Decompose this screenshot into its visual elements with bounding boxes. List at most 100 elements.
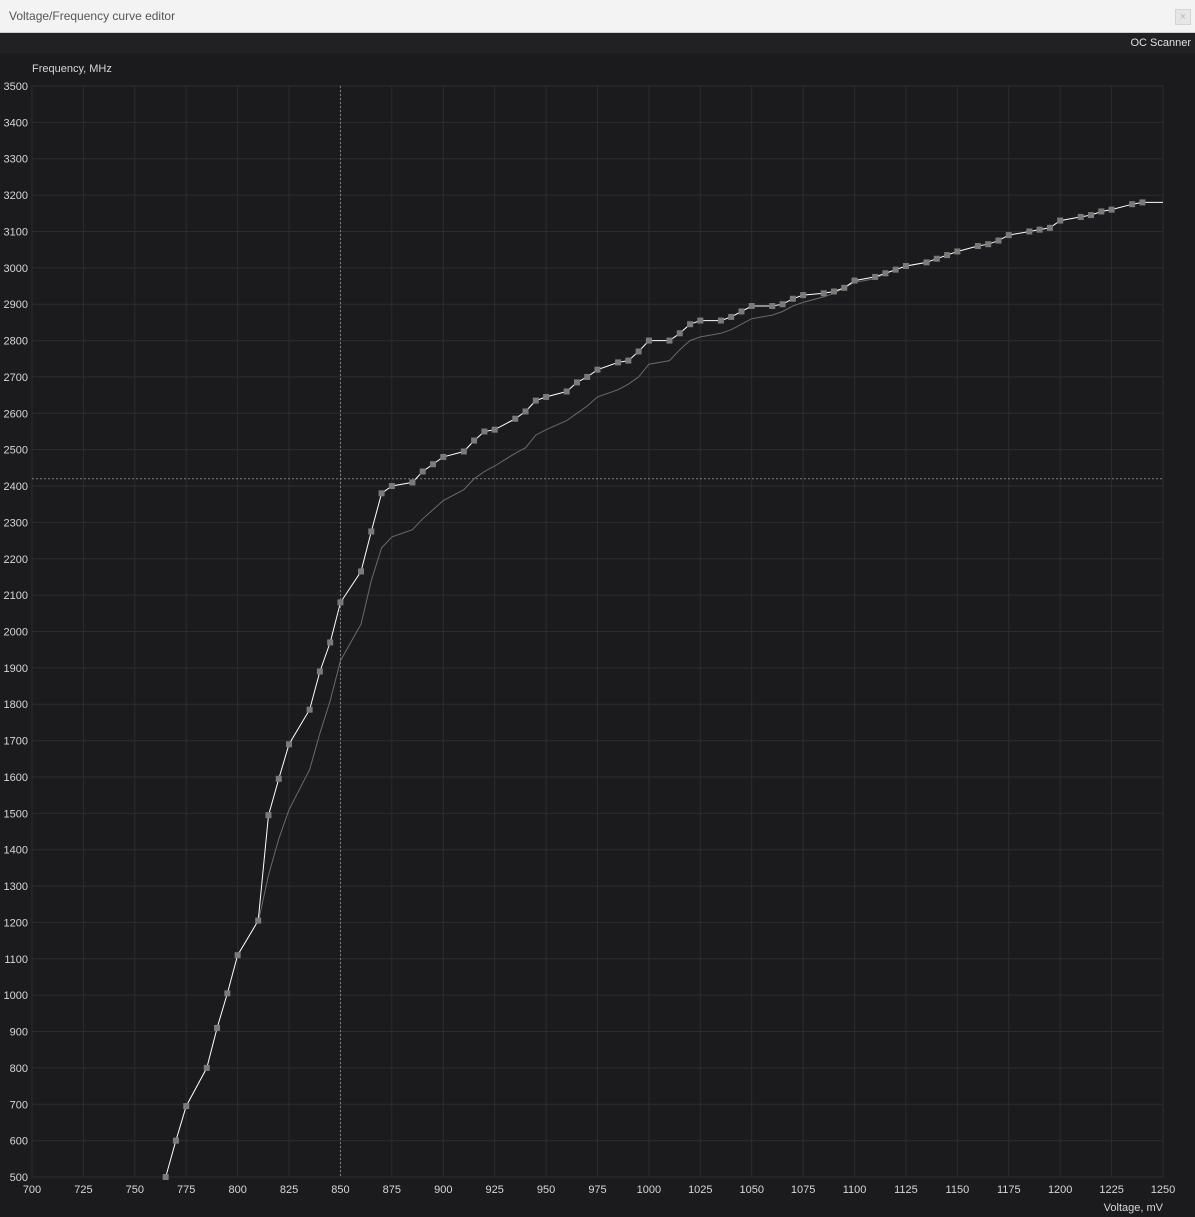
vf-point-handle[interactable] — [491, 426, 498, 433]
vf-point-handle[interactable] — [275, 775, 282, 782]
vf-point-handle[interactable] — [224, 990, 231, 997]
x-tick-label: 975 — [588, 1184, 606, 1196]
vf-point-handle[interactable] — [162, 1174, 169, 1180]
x-tick-label: 1075 — [791, 1184, 815, 1196]
vf-point-handle[interactable] — [872, 273, 879, 280]
vf-point-handle[interactable] — [676, 330, 683, 337]
vf-point-handle[interactable] — [738, 308, 745, 315]
vf-point-handle[interactable] — [933, 255, 940, 262]
y-tick-label: 2500 — [4, 445, 28, 457]
vf-point-handle[interactable] — [769, 303, 776, 310]
vf-point-handle[interactable] — [820, 290, 827, 297]
vf-point-handle[interactable] — [522, 408, 529, 415]
vf-point-handle[interactable] — [800, 292, 807, 299]
vf-point-handle[interactable] — [1077, 213, 1084, 220]
window-title: Voltage/Frequency curve editor — [9, 9, 176, 23]
vf-point-handle[interactable] — [645, 337, 652, 344]
y-tick-label: 2800 — [4, 336, 28, 348]
y-tick-label: 1500 — [4, 808, 28, 820]
vf-point-handle[interactable] — [892, 266, 899, 273]
vf-point-handle[interactable] — [1088, 212, 1095, 219]
vf-point-handle[interactable] — [697, 317, 704, 324]
vf-point-handle[interactable] — [717, 317, 724, 324]
vf-point-handle[interactable] — [615, 359, 622, 366]
vf-point-handle[interactable] — [1098, 208, 1105, 215]
vf-point-handle[interactable] — [368, 528, 375, 535]
vf-point-handle[interactable] — [214, 1024, 221, 1031]
x-tick-label: 725 — [74, 1184, 92, 1196]
vf-point-handle[interactable] — [1139, 199, 1146, 206]
vf-point-handle[interactable] — [481, 428, 488, 435]
y-tick-label: 1000 — [4, 990, 28, 1002]
vf-point-handle[interactable] — [203, 1064, 210, 1071]
vf-point-handle[interactable] — [985, 241, 992, 248]
vf-point-handle[interactable] — [923, 259, 930, 266]
y-tick-label: 2000 — [4, 627, 28, 639]
vf-point-handle[interactable] — [954, 248, 961, 255]
vf-point-handle[interactable] — [563, 388, 570, 395]
vf-point-handle[interactable] — [789, 295, 796, 302]
vf-point-handle[interactable] — [255, 917, 262, 924]
vf-point-handle[interactable] — [183, 1103, 190, 1110]
vf-point-handle[interactable] — [234, 952, 241, 959]
vf-point-handle[interactable] — [594, 366, 601, 373]
x-tick-label: 1000 — [637, 1184, 661, 1196]
vf-point-handle[interactable] — [1026, 228, 1033, 235]
oc-scanner-button[interactable]: OC Scanner — [1130, 37, 1191, 49]
vf-point-handle[interactable] — [666, 337, 673, 344]
vf-point-handle[interactable] — [995, 237, 1002, 244]
vf-point-handle[interactable] — [429, 461, 436, 468]
x-tick-label: 850 — [331, 1184, 349, 1196]
vf-point-handle[interactable] — [830, 288, 837, 295]
vf-point-handle[interactable] — [779, 301, 786, 308]
vf-point-handle[interactable] — [841, 284, 848, 291]
toolbar: OC Scanner — [0, 33, 1195, 53]
x-tick-label: 1100 — [843, 1184, 867, 1196]
vf-point-handle[interactable] — [635, 348, 642, 355]
vf-point-handle[interactable] — [316, 668, 323, 675]
vf-point-handle[interactable] — [409, 479, 416, 486]
vf-point-handle[interactable] — [265, 812, 272, 819]
vf-curve-chart[interactable]: 500 600 700 800 900 1000 1100 1200 1300 1400 1500 1… — [0, 53, 1195, 1217]
x-tick-label: 800 — [228, 1184, 246, 1196]
vf-point-handle[interactable] — [1036, 226, 1043, 233]
vf-point-handle[interactable] — [1108, 206, 1115, 213]
vf-point-handle[interactable] — [532, 397, 539, 404]
vf-point-handle[interactable] — [625, 357, 632, 364]
vf-point-handle[interactable] — [306, 706, 313, 713]
vf-point-handle[interactable] — [1129, 201, 1136, 208]
vf-point-handle[interactable] — [1046, 224, 1053, 231]
x-tick-label: 1125 — [894, 1184, 918, 1196]
vf-point-handle[interactable] — [440, 453, 447, 460]
vf-point-handle[interactable] — [471, 437, 478, 444]
vf-point-handle[interactable] — [358, 568, 365, 575]
vf-point-handle[interactable] — [460, 448, 467, 455]
vf-point-handle[interactable] — [902, 263, 909, 270]
y-axis-ticks: 500 600 700 800 900 1000 1100 1200 1300 1400 1500 1… — [4, 81, 28, 1184]
vf-point-handle[interactable] — [419, 468, 426, 475]
vf-point-handle[interactable] — [1057, 217, 1064, 224]
vf-point-handle[interactable] — [728, 313, 735, 320]
vf-point-handle[interactable] — [944, 252, 951, 259]
vf-point-handle[interactable] — [337, 599, 344, 606]
vf-point-handle[interactable] — [974, 243, 981, 250]
vf-point-handle[interactable] — [512, 415, 519, 422]
vf-point-handle[interactable] — [687, 321, 694, 328]
vf-point-handle[interactable] — [378, 490, 385, 497]
vf-point-handle[interactable] — [286, 741, 293, 748]
y-tick-label: 3500 — [4, 81, 28, 93]
y-tick-label: 1900 — [4, 663, 28, 675]
vf-point-handle[interactable] — [851, 277, 858, 284]
vf-point-handle[interactable] — [327, 639, 334, 646]
vf-point-handle[interactable] — [573, 379, 580, 386]
vf-point-handle[interactable] — [172, 1137, 179, 1144]
close-button[interactable]: × — [1175, 9, 1191, 25]
vf-point-handle[interactable] — [748, 303, 755, 310]
vf-point-handle[interactable] — [1005, 232, 1012, 239]
x-axis-ticks: 700 725 750 775 800 825 850 875 900 925 950 975 1000… — [23, 1184, 1175, 1196]
vf-point-handle[interactable] — [882, 270, 889, 277]
vf-point-handle[interactable] — [543, 393, 550, 400]
vf-point-handle[interactable] — [584, 373, 591, 380]
y-tick-label: 3200 — [4, 190, 28, 202]
vf-point-handle[interactable] — [388, 483, 395, 490]
